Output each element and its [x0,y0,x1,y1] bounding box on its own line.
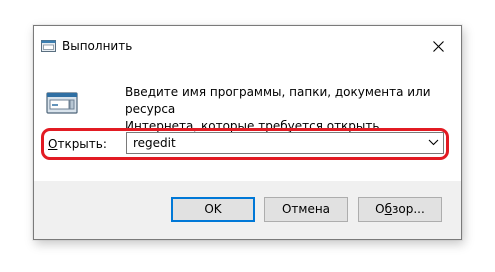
browse-label-accesskey: б [384,202,393,216]
window-title: Выполнить [62,39,133,53]
open-label: Открыть: [48,137,107,151]
chevron-down-icon[interactable] [428,138,439,146]
open-label-rest: ткрыть: [57,137,107,151]
description-line-1: Введите имя программы, папки, документа … [125,85,431,116]
run-icon [46,92,78,114]
close-button[interactable] [415,26,461,58]
cancel-button[interactable]: Отмена [264,197,348,222]
button-bar: OK Отмена Обзор... [34,181,461,239]
browse-label-pre: О [375,202,385,216]
browse-button[interactable]: Обзор... [358,197,442,222]
ok-button[interactable]: OK [171,197,255,222]
cancel-button-label: Отмена [281,202,331,216]
open-input-value[interactable]: regedit [133,136,176,150]
open-row: Открыть: regedit [34,126,461,166]
open-combobox[interactable]: regedit [126,132,444,154]
title-bar: Выполнить [34,26,461,58]
run-dialog: Выполнить Введите имя программы, папки, … [33,25,462,240]
close-icon [432,41,444,52]
ok-button-label: OK [204,202,222,216]
browse-label-post: зор... [392,202,425,216]
run-icon [41,40,56,52]
